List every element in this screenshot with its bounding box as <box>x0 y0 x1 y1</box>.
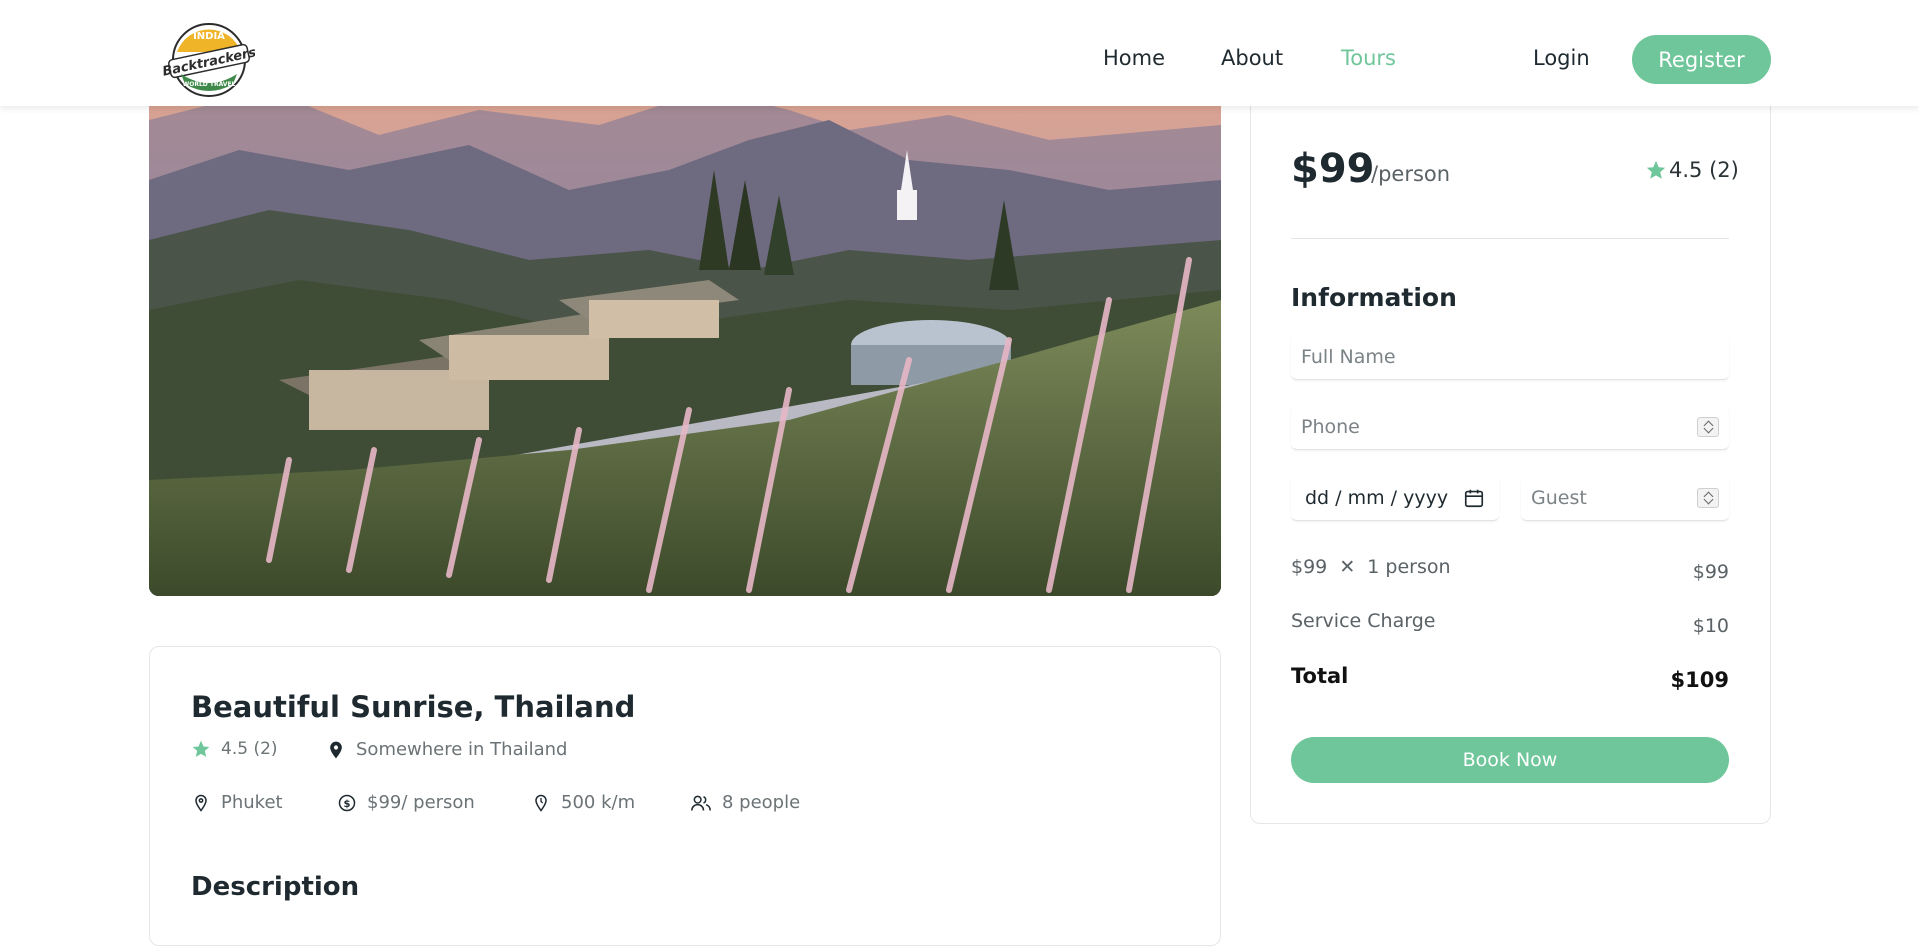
information-heading: Information <box>1291 283 1457 312</box>
booking-price-unit: /person <box>1371 162 1451 186</box>
tour-title: Beautiful Sunrise, Thailand <box>191 690 636 724</box>
navbar: INDIA Backtrackers WORLD TRAVEL Home Abo… <box>0 0 1919 106</box>
booking-rating-text: 4.5 (2) <box>1669 158 1739 182</box>
register-button[interactable]: Register <box>1632 35 1771 84</box>
location-icon <box>195 794 207 812</box>
nav-link-home[interactable]: Home <box>1103 46 1165 70</box>
booking-card <box>1250 100 1771 824</box>
full-name-field[interactable] <box>1291 335 1729 380</box>
booking-rating: 4.5 (2) <box>1645 158 1739 182</box>
phone-stepper[interactable] <box>1697 417 1719 437</box>
full-name-input[interactable] <box>1301 346 1729 368</box>
date-field[interactable]: dd / mm / yyyy <box>1291 476 1499 521</box>
brand-logo[interactable]: INDIA Backtrackers WORLD TRAVEL <box>161 18 258 98</box>
dollar-circle-icon: $ <box>338 794 356 811</box>
service-charge-label: Service Charge <box>1291 610 1436 632</box>
tour-group-size: 8 people <box>690 792 800 813</box>
tour-rating: 4.5 (2) <box>191 739 278 759</box>
nav-link-about[interactable]: About <box>1221 46 1283 70</box>
guest-stepper[interactable] <box>1697 488 1719 508</box>
group-icon <box>691 795 711 811</box>
close-multiply-icon: ✕ <box>1339 556 1356 578</box>
map-pin-icon <box>330 741 342 758</box>
tour-distance: 500 k/m <box>531 792 635 813</box>
book-now-button[interactable]: Book Now <box>1291 737 1729 783</box>
total-value: $109 <box>1670 668 1729 692</box>
phone-field[interactable] <box>1291 405 1729 450</box>
nav-link-tours[interactable]: Tours <box>1341 46 1396 70</box>
map-marker-distance-icon <box>535 794 547 812</box>
tour-distance-text: 500 k/m <box>561 792 636 813</box>
line-item-multiplier: 1 person <box>1367 556 1451 578</box>
booking-divider <box>1291 238 1729 239</box>
tour-city-text: Phuket <box>221 792 283 813</box>
description-heading: Description <box>191 872 360 902</box>
tour-group-size-text: 8 people <box>722 792 801 813</box>
line-item-total: $99 <box>1692 561 1729 583</box>
svg-text:$: $ <box>344 798 351 809</box>
total-row: Total $109 <box>1291 664 1729 692</box>
phone-input[interactable] <box>1301 416 1729 438</box>
guest-field[interactable] <box>1521 476 1729 521</box>
tour-rating-text: 4.5 (2) <box>221 739 278 759</box>
tour-city: Phuket <box>191 792 283 813</box>
login-link[interactable]: Login <box>1533 46 1590 70</box>
calendar-icon[interactable] <box>1463 487 1485 509</box>
tour-price: $ $99/ person <box>337 792 475 813</box>
line-item-row: $99 ✕ 1 person $99 <box>1291 556 1729 583</box>
logo-top-text: INDIA <box>193 31 225 42</box>
line-item-price: $99 <box>1291 556 1328 578</box>
logo-badge-icon: INDIA Backtrackers WORLD TRAVEL <box>161 23 258 97</box>
tour-address: Somewhere in Thailand <box>326 739 567 760</box>
tour-address-text: Somewhere in Thailand <box>356 739 568 760</box>
star-icon <box>1646 160 1666 179</box>
booking-price: $99 <box>1291 146 1375 192</box>
tour-price-text: $99/ person <box>367 792 475 813</box>
star-icon <box>192 740 210 757</box>
service-charge-value: $10 <box>1692 615 1729 637</box>
date-input[interactable]: dd / mm / yyyy <box>1305 487 1448 509</box>
service-charge-row: Service Charge $10 <box>1291 610 1729 637</box>
total-label: Total <box>1291 664 1349 688</box>
logo-bottom-text: WORLD TRAVEL <box>183 81 236 88</box>
